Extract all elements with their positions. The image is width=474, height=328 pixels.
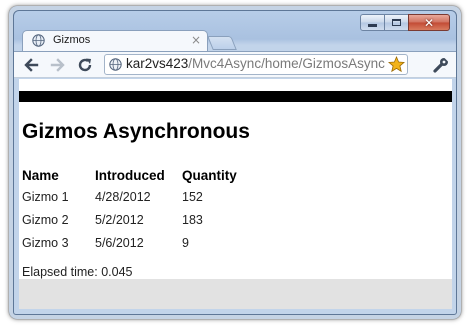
cell-quantity: 183 <box>182 212 203 227</box>
close-window-button[interactable]: ✕ <box>408 14 450 31</box>
url-text: kar2vs423/Mvc4Async/home/GizmosAsync <box>126 56 385 71</box>
cell-introduced: 4/28/2012 <box>95 189 151 204</box>
cell-name: Gizmo 3 <box>22 235 69 250</box>
page-title: Gizmos Asynchronous <box>22 120 250 143</box>
back-arrow-icon[interactable] <box>23 57 39 73</box>
column-header-quantity: Quantity <box>182 167 237 183</box>
reload-icon[interactable] <box>77 57 93 73</box>
globe-icon <box>32 34 45 47</box>
page-viewport: Gizmos Asynchronous Name Introduced Quan… <box>19 79 452 309</box>
page-info-icon[interactable] <box>109 58 122 71</box>
cell-quantity: 9 <box>182 235 189 250</box>
footer-area <box>19 279 452 309</box>
tab-title: Gizmos <box>53 34 91 46</box>
url-path: /Mvc4Async/home/GizmosAsync <box>188 56 385 71</box>
table-row: Gizmo 3 5/6/2012 9 <box>21 231 252 254</box>
address-bar[interactable]: kar2vs423/Mvc4Async/home/GizmosAsync <box>104 54 408 75</box>
column-header-name: Name <box>22 167 59 183</box>
close-icon: ✕ <box>423 15 435 30</box>
table-header-row: Name Introduced Quantity <box>21 165 252 185</box>
url-host: kar2vs423 <box>126 56 189 71</box>
browser-window: ✕ Gizmos × kar2vs423/Mvc4Async/home/Gizm… <box>13 10 457 315</box>
star-icon[interactable] <box>388 56 405 73</box>
cell-introduced: 5/6/2012 <box>95 235 144 250</box>
table-row: Gizmo 2 5/2/2012 183 <box>21 208 252 231</box>
cell-introduced: 5/2/2012 <box>95 212 144 227</box>
cell-name: Gizmo 1 <box>22 189 69 204</box>
cell-name: Gizmo 2 <box>22 212 69 227</box>
cell-quantity: 152 <box>182 189 203 204</box>
forward-arrow-icon[interactable] <box>50 57 66 73</box>
elapsed-time: Elapsed time: 0.045 <box>22 265 133 279</box>
column-header-introduced: Introduced <box>95 167 165 183</box>
caption-buttons: ✕ <box>360 14 450 31</box>
gizmos-table: Name Introduced Quantity Gizmo 1 4/28/20… <box>21 165 252 254</box>
toolbar: kar2vs423/Mvc4Async/home/GizmosAsync <box>14 51 456 78</box>
tab-gizmos[interactable]: Gizmos × <box>22 30 208 51</box>
tab-close-icon[interactable]: × <box>191 33 201 47</box>
new-tab-button[interactable] <box>207 36 237 50</box>
maximize-icon <box>392 19 401 26</box>
maximize-button[interactable] <box>384 14 409 31</box>
header-bar <box>19 91 452 102</box>
minimize-icon <box>368 24 377 27</box>
wrench-icon[interactable] <box>432 56 450 74</box>
minimize-button[interactable] <box>360 14 385 31</box>
table-row: Gizmo 1 4/28/2012 152 <box>21 185 252 208</box>
